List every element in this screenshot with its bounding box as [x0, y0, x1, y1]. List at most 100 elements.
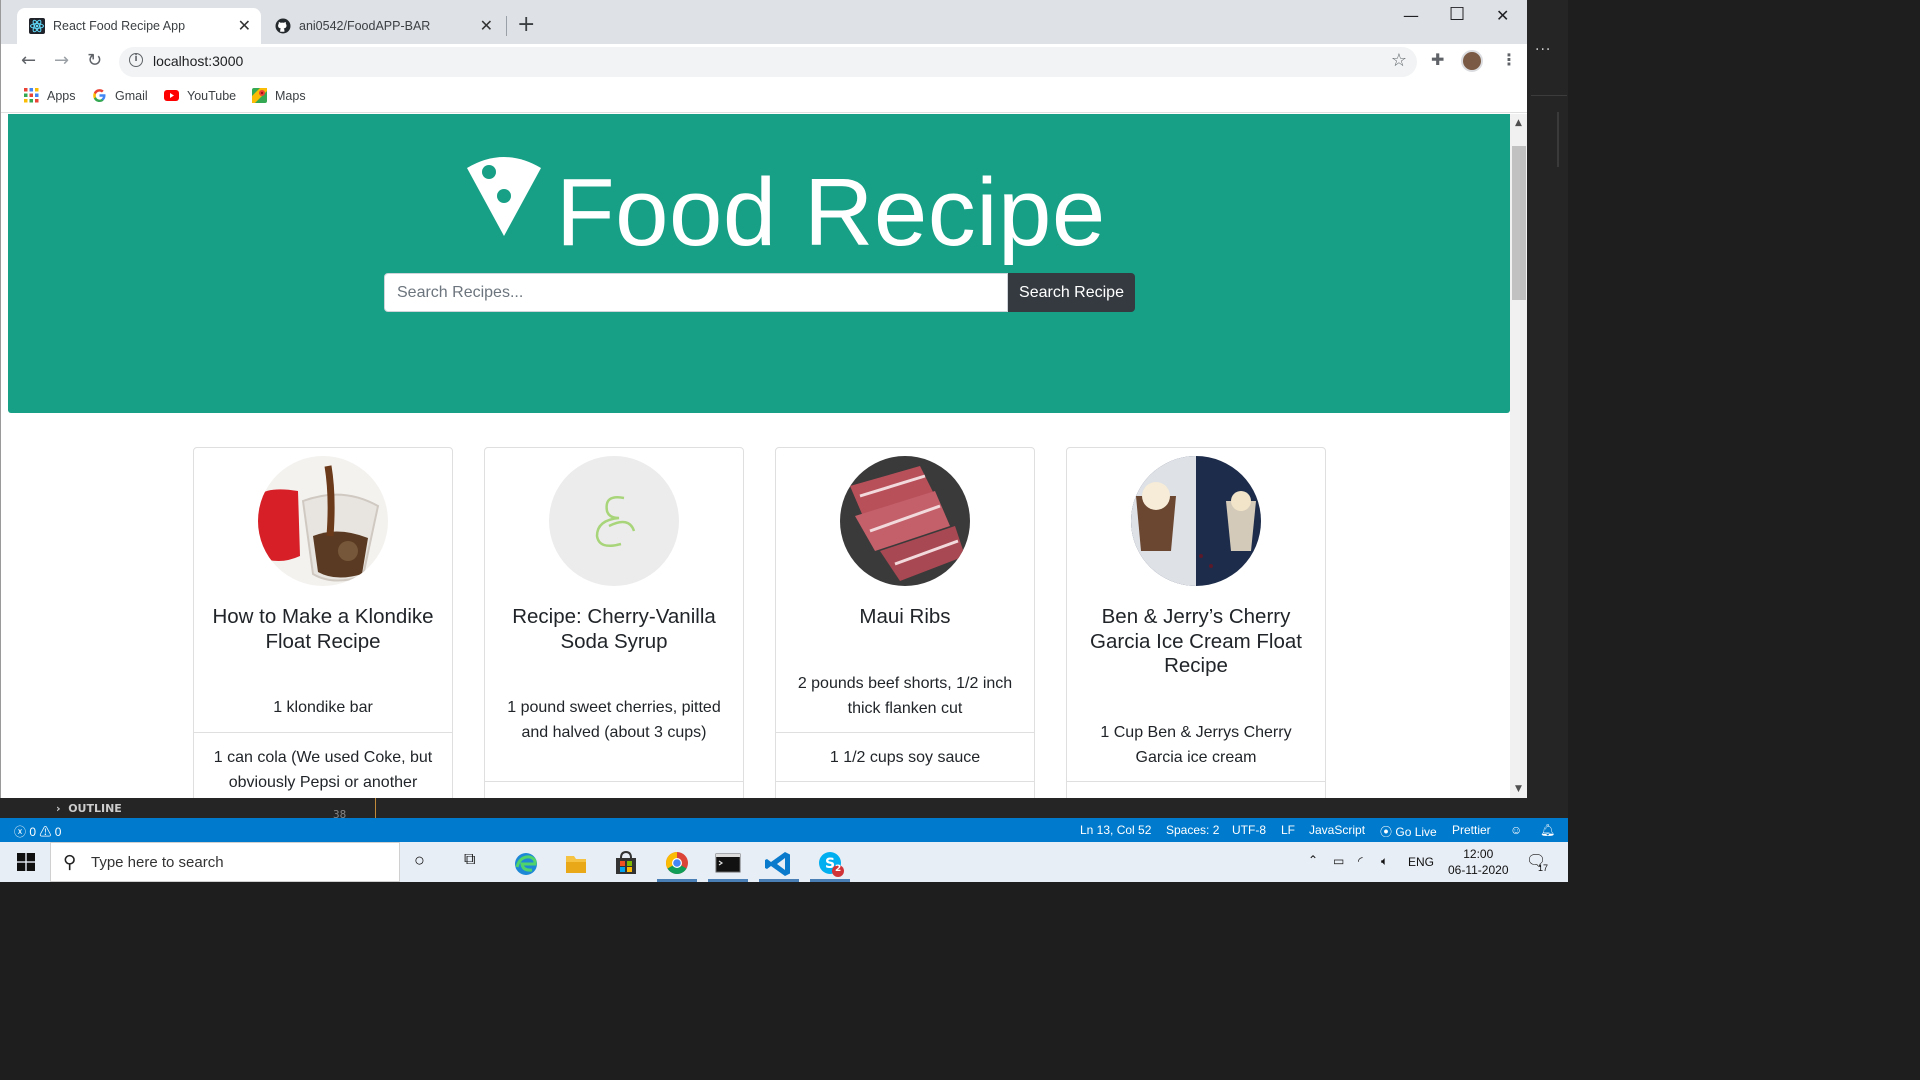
cortana-icon[interactable]: ○	[414, 850, 425, 871]
wifi-icon[interactable]: ◜	[1358, 854, 1363, 868]
bookmark-label: Apps	[47, 88, 76, 103]
profile-avatar[interactable]	[1461, 50, 1483, 72]
page-scrollbar[interactable]: ▲ ▼	[1510, 114, 1527, 798]
indentation[interactable]: Spaces: 2	[1166, 823, 1219, 837]
chrome-menu-icon[interactable]: ⋮	[1501, 50, 1517, 69]
bookmark-star-icon[interactable]: ☆	[1391, 50, 1407, 71]
edge-icon	[515, 853, 537, 875]
recipe-title: Maui Ribs	[859, 605, 951, 628]
active-indicator	[708, 879, 748, 882]
show-hidden-icons-chevron-icon[interactable]: ⌃	[1308, 853, 1318, 867]
apps-grid-icon	[24, 88, 39, 103]
problems-indicator[interactable]: ⓧ 0 ⚠ 0	[14, 823, 61, 840]
warning-icon: ⚠	[39, 825, 52, 839]
go-live-button[interactable]: ⦿ Go Live	[1380, 823, 1437, 840]
error-count: 0	[29, 825, 37, 839]
new-tab-button[interactable]: +	[517, 12, 535, 37]
tab-close-icon[interactable]: ✕	[480, 16, 493, 36]
taskbar-store[interactable]	[604, 846, 648, 882]
tab-title: ani0542/FoodAPP-BAR	[299, 19, 431, 33]
outline-label: › OUTLINE	[56, 802, 122, 815]
tab-react-food-recipe[interactable]: React Food Recipe App ✕	[17, 8, 261, 44]
site-info-icon[interactable]: i	[129, 53, 143, 67]
recipe-image-placeholder	[549, 456, 679, 586]
taskbar-vscode[interactable]	[757, 846, 801, 882]
bookmark-label: YouTube	[187, 88, 237, 103]
tab-title: React Food Recipe App	[53, 19, 186, 33]
taskbar-search-placeholder: Type here to search	[91, 854, 224, 871]
editor-more-actions[interactable]: ...	[1535, 38, 1551, 54]
task-view-icon[interactable]: ⧉	[464, 851, 475, 869]
scroll-up-arrow-icon[interactable]: ▲	[1515, 118, 1522, 128]
tab-strip: React Food Recipe App ✕ ani0542/FoodAPP-…	[1, 0, 1527, 44]
recipe-title: How to Make a Klondike Float Recipe	[212, 605, 434, 653]
maximize-icon[interactable]: ☐	[1449, 4, 1465, 25]
bookmark-maps[interactable]: Maps	[252, 88, 306, 103]
minimize-icon[interactable]: —	[1403, 6, 1419, 25]
recipe-title: Recipe: Cherry-Vanilla Soda Syrup	[512, 605, 716, 653]
search-recipe-button[interactable]: Search Recipe	[1008, 273, 1135, 312]
bookmark-gmail[interactable]: Gmail	[92, 88, 148, 103]
active-indicator	[657, 879, 697, 882]
taskbar-chrome[interactable]	[655, 846, 699, 882]
taskbar-terminal[interactable]	[706, 846, 750, 882]
notifications-bell-icon[interactable]: 🔔︎	[1540, 823, 1555, 837]
bookmark-youtube[interactable]: YouTube	[164, 88, 236, 103]
search-input[interactable]	[384, 273, 1008, 312]
terminal-icon	[715, 853, 741, 873]
recipe-card[interactable]: Ben & Jerry’s Cherry Garcia Ice Cream Fl…	[1066, 447, 1326, 798]
prettier-button[interactable]: Prettier	[1452, 823, 1491, 837]
taskbar-edge[interactable]	[504, 846, 548, 882]
broadcast-icon: ⦿	[1380, 825, 1393, 839]
feedback-icon[interactable]: ☺	[1510, 823, 1522, 837]
editor-separator	[375, 798, 376, 818]
scroll-down-arrow-icon[interactable]: ▼	[1515, 784, 1522, 794]
recipe-image-cola-float	[258, 456, 388, 586]
battery-icon[interactable]: ▭	[1333, 854, 1344, 868]
warning-count: 0	[54, 825, 62, 839]
page-viewport: Food Recipe Search Recipe How to Make a …	[8, 114, 1510, 798]
windows-start-icon[interactable]	[17, 853, 35, 871]
outline-panel-header[interactable]: › OUTLINE 38	[0, 798, 1527, 821]
taskbar-skype[interactable]: S 2	[808, 846, 852, 882]
ingredient-item: 2 pounds beef shorts, 1/2 inch thick fla…	[797, 675, 1013, 717]
active-indicator	[759, 879, 799, 882]
browser-toolbar: ← → ↻ i localhost:3000 ☆ ✚ ⋮	[1, 44, 1527, 80]
vscode-status-bar: ⓧ 0 ⚠ 0 Ln 13, Col 52 Spaces: 2 UTF-8 LF…	[0, 818, 1568, 842]
ingredient-item: 1 klondike bar	[273, 699, 373, 716]
tab-close-icon[interactable]: ✕	[238, 16, 251, 36]
skype-badge: 2	[835, 864, 842, 874]
input-language[interactable]: ENG	[1408, 855, 1434, 869]
system-clock[interactable]: 12:00 06-11-2020	[1448, 846, 1509, 878]
recipe-card[interactable]: Maui Ribs 2 pounds beef shorts, 1/2 inch…	[775, 447, 1035, 798]
address-bar[interactable]: i localhost:3000 ☆	[119, 47, 1417, 77]
taskbar-search-box[interactable]: ⚲ Type here to search	[50, 842, 400, 882]
language-mode[interactable]: JavaScript	[1309, 823, 1365, 837]
store-bag-icon	[616, 850, 636, 874]
forward-arrow-icon[interactable]: →	[54, 50, 69, 71]
url-text[interactable]: localhost:3000	[153, 53, 243, 69]
taskbar-file-explorer[interactable]	[554, 846, 598, 882]
encoding[interactable]: UTF-8	[1232, 823, 1266, 837]
ingredient-item: 1 1/2 cups soy sauce	[829, 749, 981, 766]
recipe-card[interactable]: Recipe: Cherry-Vanilla Soda Syrup 1 poun…	[484, 447, 744, 798]
recipe-image-ribs	[840, 456, 970, 586]
chrome-icon	[666, 852, 688, 874]
editor-side-strip: ...	[1527, 0, 1568, 818]
editor-minimap-slider[interactable]	[1557, 112, 1559, 167]
volume-icon[interactable]: 🔈︎	[1381, 854, 1388, 869]
bookmark-apps[interactable]: Apps	[24, 88, 76, 103]
cursor-position[interactable]: Ln 13, Col 52	[1080, 823, 1151, 837]
reload-icon[interactable]: ↻	[87, 50, 102, 71]
extensions-puzzle-icon[interactable]: ✚	[1431, 50, 1444, 69]
editor-divider	[1531, 95, 1567, 96]
back-arrow-icon[interactable]: ←	[21, 50, 36, 71]
skype-icon: S	[819, 852, 844, 877]
react-icon	[29, 18, 45, 34]
recipe-card[interactable]: How to Make a Klondike Float Recipe 1 kl…	[193, 447, 453, 798]
end-of-line[interactable]: LF	[1281, 823, 1295, 837]
window-close-icon[interactable]: ✕	[1496, 6, 1509, 25]
scrollbar-thumb[interactable]	[1512, 146, 1526, 300]
bookmark-label: Maps	[275, 88, 306, 103]
tab-github-repo[interactable]: ani0542/FoodAPP-BAR ✕	[263, 8, 503, 44]
